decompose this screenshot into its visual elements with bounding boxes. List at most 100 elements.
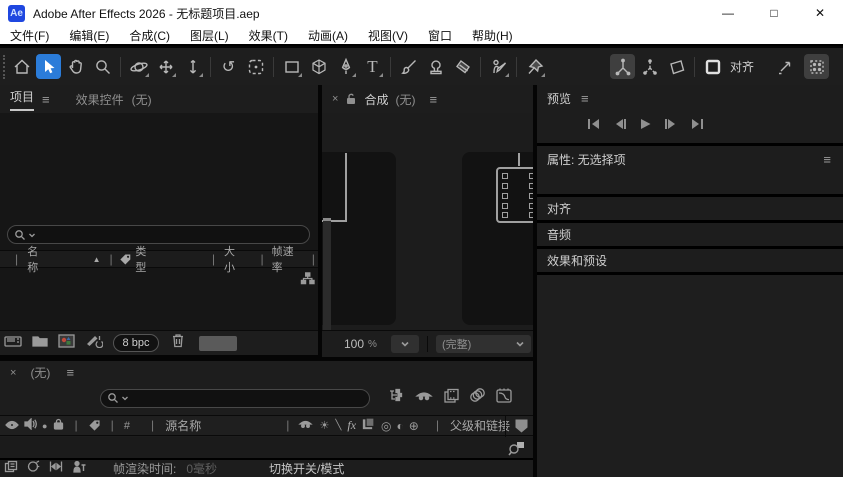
snap-beyond-edges-icon[interactable] — [772, 54, 797, 79]
menu-window[interactable]: 窗口 — [418, 27, 462, 44]
toggle-switches-modes-button[interactable]: 切换开关/模式 — [269, 460, 344, 477]
expand-in-out-panes-icon[interactable] — [49, 460, 63, 477]
column-divider[interactable]: ❘ — [108, 419, 117, 432]
column-type[interactable]: 类型 — [135, 243, 156, 275]
comp-marker-bin-icon[interactable] — [514, 418, 529, 439]
column-size[interactable]: 大小 — [224, 243, 245, 275]
column-divider[interactable]: ❘ — [309, 253, 318, 266]
preview-title[interactable]: 预览 — [547, 90, 571, 107]
adjustment-layer-icon[interactable]: ◐ — [397, 419, 404, 433]
effects-fx-icon[interactable]: fx — [347, 418, 356, 433]
minimize-button[interactable]: — — [705, 0, 751, 26]
parent-link-column[interactable]: 父级和链接 — [450, 417, 510, 434]
pan-camera-tool-icon[interactable] — [153, 54, 178, 79]
play-icon[interactable] — [639, 117, 652, 135]
menu-view[interactable]: 视图(V) — [358, 27, 418, 44]
properties-panel-menu-icon[interactable]: ≡ — [823, 152, 831, 167]
close-button[interactable]: ✕ — [797, 0, 843, 26]
rotate-tool-icon[interactable]: ↺ — [216, 54, 241, 79]
hand-tool-icon[interactable] — [63, 54, 88, 79]
menu-layer[interactable]: 图层(L) — [180, 27, 239, 44]
last-frame-icon[interactable] — [690, 117, 704, 135]
timeline-panel-menu-icon[interactable]: ≡ — [66, 365, 74, 380]
layer-number-column[interactable]: # — [124, 420, 130, 432]
expand-layer-switches-icon[interactable] — [4, 460, 18, 477]
horizontal-scrollbar-thumb[interactable] — [199, 336, 237, 351]
source-name-column[interactable]: 源名称 — [165, 417, 201, 434]
trash-icon[interactable] — [171, 333, 185, 353]
motion-blur-icon[interactable] — [469, 388, 485, 408]
eraser-tool-icon[interactable] — [450, 54, 475, 79]
solo-icon[interactable]: ● — [42, 421, 47, 431]
align-panel-header[interactable]: 对齐 — [537, 197, 843, 220]
column-divider[interactable]: ❘ — [257, 253, 266, 266]
sort-ascending-icon[interactable]: ▲ — [93, 255, 101, 264]
type-tool-icon[interactable]: T — [360, 54, 385, 79]
column-divider[interactable]: ❘ — [148, 419, 157, 432]
pen-tool-icon[interactable] — [333, 54, 358, 79]
column-divider[interactable]: ❘ — [71, 419, 80, 432]
unlock-icon[interactable] — [346, 93, 356, 105]
label-tag-icon[interactable] — [88, 419, 101, 432]
dolly-camera-tool-icon[interactable] — [180, 54, 205, 79]
preview-panel-menu-icon[interactable]: ≡ — [581, 91, 589, 106]
zoom-tool-icon[interactable] — [90, 54, 115, 79]
tab-project[interactable]: 项目 — [10, 88, 34, 111]
orbit-camera-tool-icon[interactable] — [126, 54, 151, 79]
mini-flowchart-icon[interactable] — [388, 388, 405, 408]
audio-panel-header[interactable]: 音频 — [537, 223, 843, 246]
menu-help[interactable]: 帮助(H) — [462, 27, 523, 44]
video-eye-icon[interactable] — [5, 417, 19, 435]
resolution-dropdown[interactable]: (完整) — [436, 335, 531, 353]
column-divider[interactable]: ❘ — [283, 419, 292, 432]
color-depth-button[interactable]: 8 bpc — [113, 334, 159, 352]
collapse-transformations-icon[interactable]: ☀ — [319, 419, 329, 432]
world-axis-mode-icon[interactable] — [637, 54, 662, 79]
lock-icon[interactable] — [53, 417, 64, 435]
column-name[interactable]: 名称 — [27, 243, 48, 275]
expand-render-time-pane-icon[interactable] — [72, 460, 87, 477]
comp-vertical-scrollbar[interactable] — [323, 218, 331, 330]
menu-edit[interactable]: 编辑(E) — [59, 27, 119, 44]
quality-icon[interactable]: ╲ — [335, 420, 341, 431]
interpret-footage-icon[interactable] — [4, 334, 22, 353]
home-icon[interactable] — [9, 54, 34, 79]
timeline-tab-label[interactable]: (无) — [30, 364, 50, 381]
tab-effect-controls[interactable]: 效果控件 — [76, 91, 124, 108]
column-divider[interactable]: ❘ — [107, 253, 116, 266]
maximize-button[interactable]: □ — [751, 0, 797, 26]
timeline-close-icon[interactable]: × — [10, 367, 16, 379]
view-axis-mode-icon[interactable] — [664, 54, 689, 79]
zoom-dropdown-button[interactable] — [391, 335, 419, 353]
shy-switch-icon[interactable] — [298, 417, 313, 435]
effects-presets-panel-header[interactable]: 效果和预设 — [537, 249, 843, 272]
roto-brush-tool-icon[interactable] — [486, 54, 511, 79]
snapping-label[interactable]: 对齐 — [730, 58, 754, 75]
graph-editor-icon[interactable] — [495, 387, 513, 409]
menu-file[interactable]: 文件(F) — [0, 27, 59, 44]
comp-panel-menu-icon[interactable]: ≡ — [429, 92, 437, 107]
new-composition-icon[interactable] — [58, 334, 75, 353]
puppet-pin-tool-icon[interactable] — [522, 54, 547, 79]
comp-tab-title[interactable]: 合成 — [364, 91, 388, 108]
clone-stamp-tool-icon[interactable] — [423, 54, 448, 79]
camera-tool-icon[interactable] — [243, 54, 268, 79]
motion-blur-switch-icon[interactable]: ◎ — [381, 419, 391, 433]
column-frame-rate[interactable]: 帧速率 — [272, 243, 304, 275]
selection-tool-icon[interactable] — [36, 54, 61, 79]
menu-animation[interactable]: 动画(A) — [298, 27, 358, 44]
project-flowchart-icon[interactable] — [300, 271, 315, 291]
brush-tool-icon[interactable] — [396, 54, 421, 79]
timeline-search-input[interactable] — [100, 389, 370, 408]
properties-title[interactable]: 属性: 无选择项 — [547, 151, 626, 168]
snap-inside-collapsed-icon[interactable] — [804, 54, 829, 79]
comp-close-icon[interactable]: × — [332, 93, 338, 105]
expand-transfer-controls-icon[interactable] — [27, 460, 40, 477]
project-panel-menu-icon[interactable]: ≡ — [42, 92, 50, 107]
proxy-toggle-icon[interactable] — [85, 333, 103, 353]
local-axis-mode-icon[interactable] — [610, 54, 635, 79]
first-frame-icon[interactable] — [587, 117, 601, 135]
frame-blend-switch-icon[interactable] — [362, 417, 375, 435]
audio-speaker-icon[interactable] — [24, 417, 37, 435]
zoom-value[interactable]: 100 — [344, 337, 364, 351]
